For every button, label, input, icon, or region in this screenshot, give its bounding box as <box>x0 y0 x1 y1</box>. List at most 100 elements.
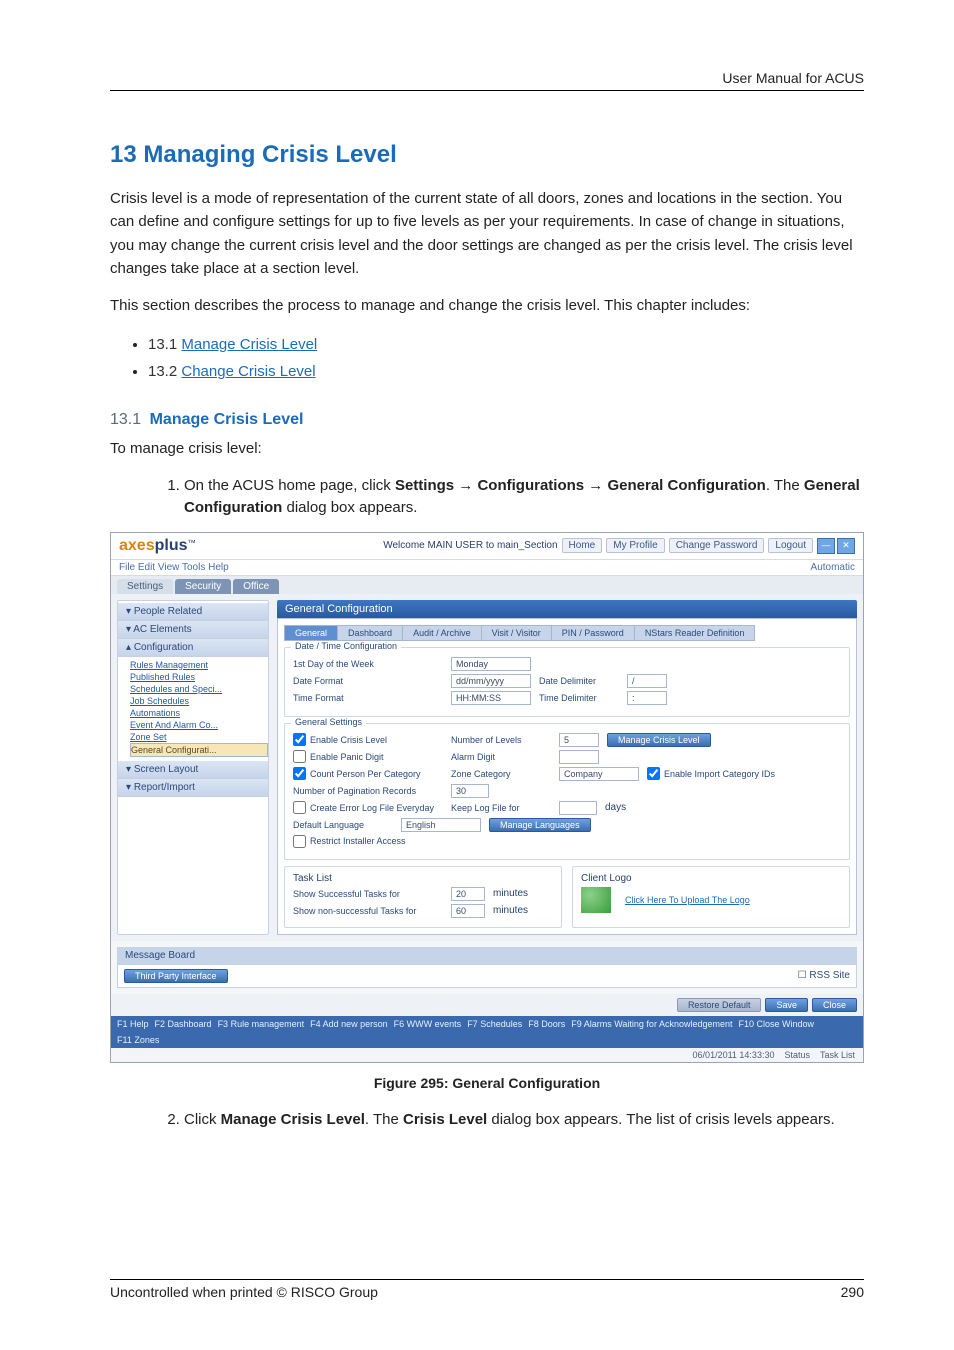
sidebar-item-job-schedules[interactable]: Job Schedules <box>130 695 268 707</box>
subtab-dashboard[interactable]: Dashboard <box>337 625 403 641</box>
nav-my-profile[interactable]: My Profile <box>606 538 664 553</box>
save-button[interactable]: Save <box>765 998 808 1012</box>
number-of-levels-select[interactable]: 5 <box>559 733 599 747</box>
pagination-records-input[interactable]: 30 <box>451 784 489 798</box>
sidebar-group-ac-elements[interactable]: ▾ AC Elements <box>118 621 268 639</box>
sidebar-item-event-alarm[interactable]: Event And Alarm Co... <box>130 719 268 731</box>
sidebar-item-rules-management[interactable]: Rules Management <box>130 659 268 671</box>
fkey-f11[interactable]: F11 Zones <box>117 1035 159 1045</box>
menu-bar[interactable]: File Edit View Tools Help Automatic <box>111 560 863 576</box>
fkey-f4[interactable]: F4 Add new person <box>310 1019 388 1029</box>
subsection-lead: To manage crisis level: <box>110 437 864 460</box>
toc-num-2: 13.2 <box>148 363 177 380</box>
intro-paragraph-2: This section describes the process to ma… <box>110 294 864 317</box>
app-brand: axesplus™ <box>119 537 196 555</box>
footer-page-number: 290 <box>841 1284 864 1300</box>
function-key-bar: F1 Help F2 Dashboard F3 Rule management … <box>111 1016 863 1048</box>
toc-item-1: 13.1 Manage Crisis Level <box>148 331 864 358</box>
date-delimiter-select[interactable]: / <box>627 674 667 688</box>
figure-caption: Figure 295: General Configuration <box>110 1075 864 1091</box>
manage-languages-button[interactable]: Manage Languages <box>489 818 591 832</box>
subtab-audit-archive[interactable]: Audit / Archive <box>402 625 482 641</box>
toc-num-1: 13.1 <box>148 336 177 353</box>
fkey-f7[interactable]: F7 Schedules <box>467 1019 522 1029</box>
fkey-f6[interactable]: F6 WWW events <box>394 1019 462 1029</box>
sidebar-item-zone-set[interactable]: Zone Set <box>130 731 268 743</box>
keep-log-days-input[interactable] <box>559 801 597 815</box>
subsection-heading: 13.1 Manage Crisis Level <box>110 411 864 429</box>
message-board-header: Message Board <box>117 947 857 964</box>
create-error-log-checkbox[interactable]: Create Error Log File Everyday <box>293 801 443 814</box>
subtab-general[interactable]: General <box>284 625 338 641</box>
enable-crisis-level-checkbox[interactable]: Enable Crisis Level <box>293 733 443 746</box>
fieldset-general-settings: General Settings Enable Crisis Level Num… <box>284 723 850 860</box>
window-close-icon[interactable]: ✕ <box>837 538 855 554</box>
fkey-f1[interactable]: F1 Help <box>117 1019 149 1029</box>
fkey-f3[interactable]: F3 Rule management <box>218 1019 305 1029</box>
upload-logo-link[interactable]: Click Here To Upload The Logo <box>625 895 750 905</box>
rss-site-label[interactable]: ☐ RSS Site <box>798 970 850 981</box>
header-manual-title: User Manual for ACUS <box>110 70 864 90</box>
sidebar: ▾ People Related ▾ AC Elements ▴ Configu… <box>117 600 269 935</box>
alarm-digit-select[interactable] <box>559 750 599 764</box>
toc-link-manage[interactable]: Manage Crisis Level <box>181 336 317 353</box>
fkey-f10[interactable]: F10 Close Window <box>739 1019 815 1029</box>
time-delimiter-select[interactable]: : <box>627 691 667 705</box>
screenshot-general-configuration: axesplus™ Welcome MAIN USER to main_Sect… <box>110 532 864 1063</box>
subtab-nstars-reader[interactable]: NStars Reader Definition <box>634 625 756 641</box>
toc-link-change[interactable]: Change Crisis Level <box>181 363 315 380</box>
successful-tasks-input[interactable]: 20 <box>451 887 485 901</box>
status-timestamp: 06/01/2011 14:33:30 <box>693 1050 775 1060</box>
sidebar-item-general-configuration[interactable]: General Configurati... <box>130 743 268 757</box>
sidebar-item-automations[interactable]: Automations <box>130 707 268 719</box>
footer-left: Uncontrolled when printed © RISCO Group <box>110 1284 378 1300</box>
fkey-f8[interactable]: F8 Doors <box>528 1019 565 1029</box>
logo-thumbnail-icon <box>581 887 611 913</box>
third-party-interface-button[interactable]: Third Party Interface <box>124 969 228 983</box>
subsection-number: 13.1 <box>110 411 141 428</box>
first-day-select[interactable]: Monday <box>451 657 531 671</box>
automatic-label: Automatic <box>811 562 855 573</box>
top-tab-settings[interactable]: Settings <box>117 579 173 594</box>
top-tab-office[interactable]: Office <box>233 579 279 594</box>
fieldset-datetime: Date / Time Configuration 1st Day of the… <box>284 647 850 717</box>
fieldset-client-logo: Client Logo Click Here To Upload The Log… <box>572 866 850 928</box>
default-language-select[interactable]: English <box>401 818 481 832</box>
sidebar-group-people[interactable]: ▾ People Related <box>118 603 268 621</box>
section-heading: 13 Managing Crisis Level <box>110 141 864 169</box>
intro-paragraph-1: Crisis level is a mode of representation… <box>110 187 864 280</box>
count-person-checkbox[interactable]: Count Person Per Category <box>293 767 443 780</box>
restore-default-button[interactable]: Restore Default <box>677 998 762 1012</box>
sidebar-group-configuration[interactable]: ▴ Configuration <box>118 639 268 657</box>
nav-logout[interactable]: Logout <box>768 538 813 553</box>
non-successful-tasks-input[interactable]: 60 <box>451 904 485 918</box>
fkey-f2[interactable]: F2 Dashboard <box>155 1019 212 1029</box>
fkey-f9[interactable]: F9 Alarms Waiting for Acknowledgement <box>571 1019 732 1029</box>
welcome-text: Welcome MAIN USER to main_Section <box>383 540 557 551</box>
task-list-link[interactable]: Task List <box>820 1050 855 1060</box>
sidebar-item-schedules[interactable]: Schedules and Speci... <box>130 683 268 695</box>
zone-category-select[interactable]: Company <box>559 767 639 781</box>
subtab-pin-password[interactable]: PIN / Password <box>551 625 635 641</box>
sidebar-group-report-import[interactable]: ▾ Report/Import <box>118 779 268 797</box>
sidebar-group-screen-layout[interactable]: ▾ Screen Layout <box>118 761 268 779</box>
manage-crisis-level-button[interactable]: Manage Crisis Level <box>607 733 711 747</box>
time-format-select[interactable]: HH:MM:SS <box>451 691 531 705</box>
step-1: On the ACUS home page, click Settings → … <box>184 475 864 520</box>
nav-change-password[interactable]: Change Password <box>669 538 765 553</box>
step-2: Click Manage Crisis Level. The Crisis Le… <box>184 1109 864 1132</box>
enable-import-category-checkbox[interactable]: Enable Import Category IDs <box>647 767 775 780</box>
fieldset-task-list: Task List Show Successful Tasks for20min… <box>284 866 562 928</box>
subsection-title: Manage Crisis Level <box>150 411 304 428</box>
subtab-visit-visitor[interactable]: Visit / Visitor <box>481 625 552 641</box>
toc-item-2: 13.2 Change Crisis Level <box>148 358 864 385</box>
status-link[interactable]: Status <box>784 1050 810 1060</box>
top-tab-security[interactable]: Security <box>175 579 231 594</box>
enable-panic-digit-checkbox[interactable]: Enable Panic Digit <box>293 750 443 763</box>
date-format-select[interactable]: dd/mm/yyyy <box>451 674 531 688</box>
window-minimize-icon[interactable]: — <box>817 538 835 554</box>
sidebar-item-published-rules[interactable]: Published Rules <box>130 671 268 683</box>
restrict-installer-checkbox[interactable]: Restrict Installer Access <box>293 835 406 848</box>
nav-home[interactable]: Home <box>562 538 603 553</box>
close-button[interactable]: Close <box>812 998 857 1012</box>
